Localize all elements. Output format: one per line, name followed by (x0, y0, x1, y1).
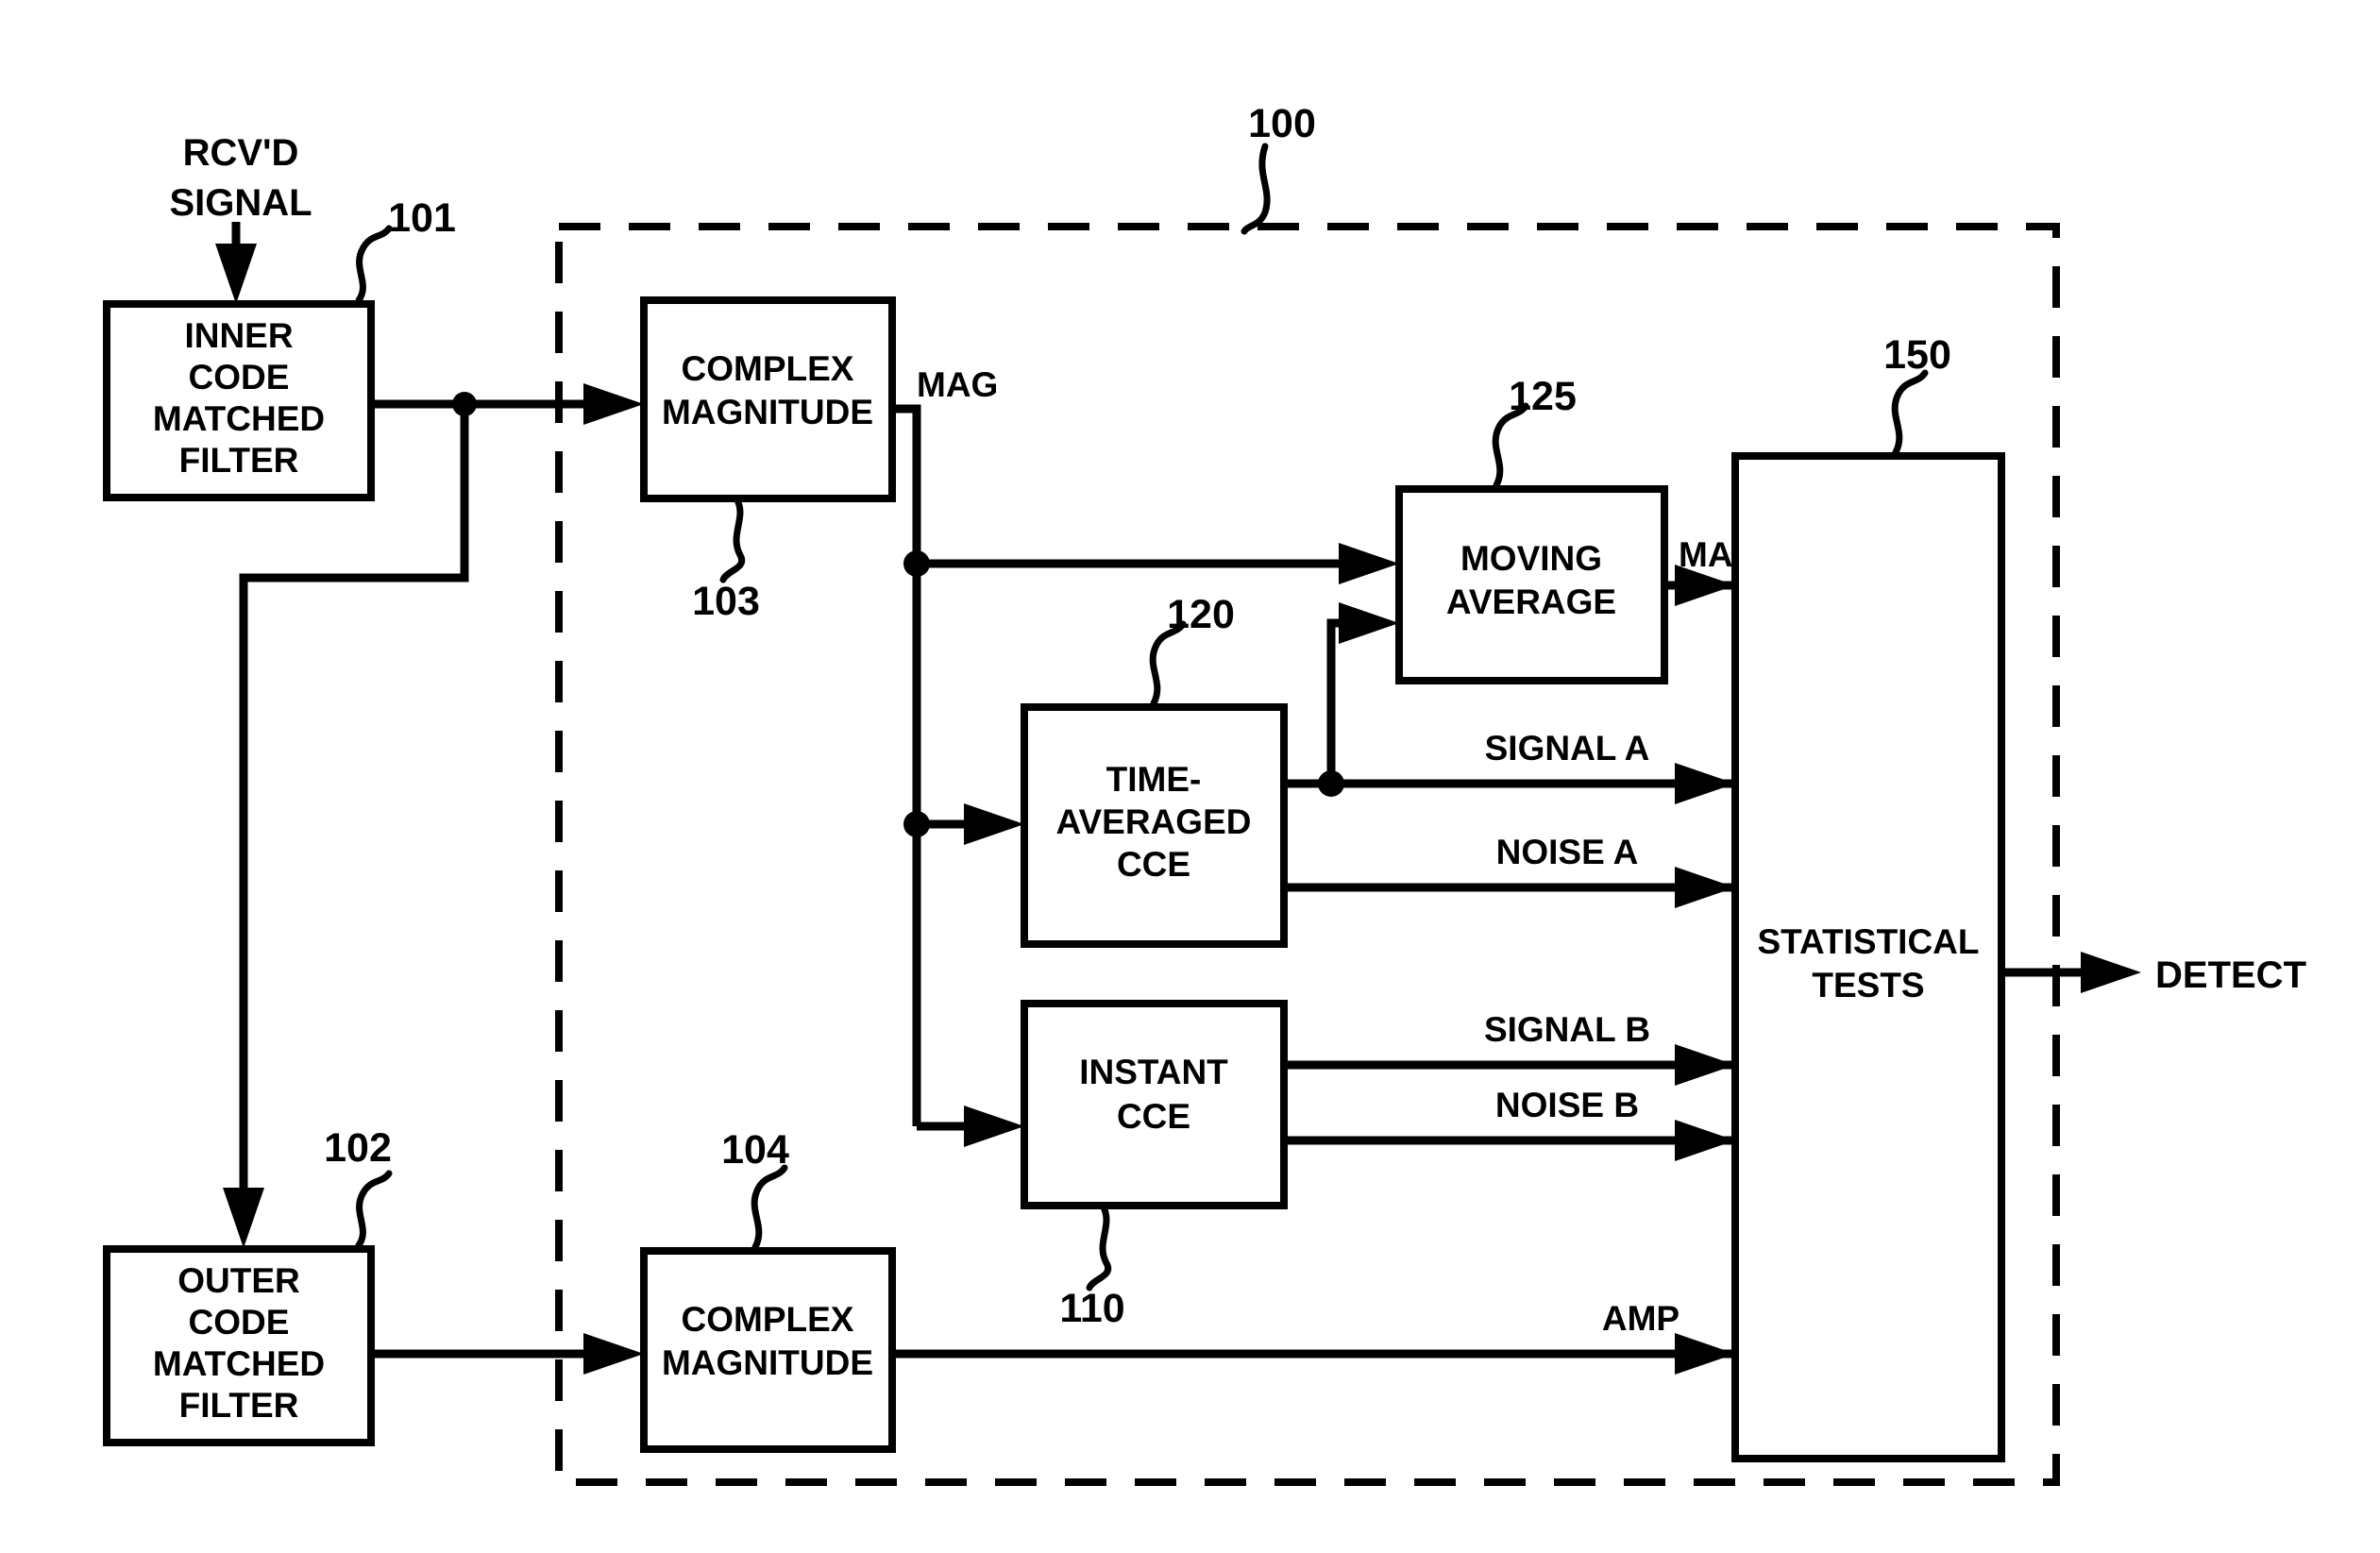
ref-number-104: 104 (721, 1127, 789, 1173)
inner-code-matched-filter-label-line3: MATCHED (153, 399, 325, 438)
wire-mag-bus (892, 404, 921, 1126)
ref-number-102: 102 (324, 1125, 392, 1171)
instant-cce-label-line2: CCE (1117, 1097, 1190, 1136)
statistical-tests-label-line1: STATISTICAL (1758, 922, 1980, 961)
time-averaged-cce-label-line3: CCE (1117, 845, 1190, 884)
complex-magnitude-lower-label-line1: COMPLEX (682, 1300, 854, 1339)
ref-number-101: 101 (388, 195, 456, 241)
moving-average-label-line1: MOVING (1460, 539, 1602, 578)
arrowhead-into-instant-cce (964, 1106, 1024, 1147)
ref-number-110: 110 (1059, 1286, 1124, 1331)
leader-line-110 (1086, 1202, 1112, 1291)
outer-code-matched-filter-label-line2: CODE (189, 1303, 290, 1342)
inner-code-matched-filter-label-line1: INNER (184, 316, 293, 355)
figure-canvas: 100 RCV'D SIGNAL INNER CODE MATCHED FILT… (0, 0, 2380, 1553)
wire-inner-filter-branch-to-outer-filter (239, 404, 469, 1218)
complex-magnitude-lower-label-line2: MAGNITUDE (662, 1343, 873, 1382)
arrowhead-noise-b-into-statistical-tests (1675, 1120, 1735, 1161)
leader-line-100 (1241, 143, 1271, 235)
signal-label-noise-b: NOISE B (1495, 1086, 1639, 1124)
moving-average-label-line2: AVERAGE (1446, 582, 1616, 621)
arrowhead-into-complex-magnitude-lower (583, 1333, 644, 1375)
arrowhead-into-moving-average-bottom (1339, 602, 1399, 644)
ref-number-125: 125 (1509, 374, 1577, 419)
junction-dot-mag-middle (903, 811, 930, 837)
statistical-tests-label-line2: TESTS (1812, 966, 1924, 1004)
time-averaged-cce-label-line2: AVERAGED (1056, 802, 1252, 841)
signal-label-noise-a: NOISE A (1496, 833, 1639, 871)
inner-code-matched-filter-label-line4: FILTER (179, 441, 299, 480)
arrowhead-signal-b-into-statistical-tests (1675, 1044, 1735, 1086)
arrowhead-into-moving-average-top (1339, 543, 1399, 584)
ref-number-150: 150 (1883, 332, 1951, 378)
leader-line-104 (751, 1164, 788, 1251)
leader-line-150 (1891, 369, 1929, 456)
arrowhead-detect (2081, 952, 2141, 993)
ref-number-103: 103 (692, 579, 760, 624)
instant-cce-label-line1: INSTANT (1079, 1053, 1228, 1091)
signal-label-amp: AMP (1602, 1299, 1680, 1338)
time-averaged-cce-label-line1: TIME- (1106, 760, 1202, 799)
outer-code-matched-filter-label-line4: FILTER (179, 1386, 299, 1425)
leader-line-103 (719, 495, 746, 583)
output-label-detect: DETECT (2155, 954, 2306, 996)
signal-label-ma: MA (1679, 535, 1733, 574)
input-label-line1: RCV'D (183, 132, 299, 174)
input-label-line2: SIGNAL (169, 182, 312, 224)
input-arrowhead (215, 244, 257, 304)
arrowhead-into-time-averaged-cce (964, 803, 1024, 845)
block-diagram: 100 RCV'D SIGNAL INNER CODE MATCHED FILT… (103, 101, 2306, 1486)
arrowhead-amp-into-statistical-tests (1675, 1333, 1735, 1375)
wire-signal-a-branch-to-moving-average (1326, 618, 1369, 784)
leader-line-101 (355, 225, 393, 304)
arrowhead-into-outer-filter (223, 1188, 264, 1248)
complex-magnitude-upper-label-line1: COMPLEX (682, 349, 854, 388)
signal-label-signal-b: SIGNAL B (1484, 1010, 1650, 1049)
arrowhead-signal-a-into-statistical-tests (1675, 763, 1735, 804)
outer-code-matched-filter-label-line3: MATCHED (153, 1344, 325, 1383)
signal-label-signal-a: SIGNAL A (1485, 729, 1650, 768)
ref-number-100: 100 (1248, 101, 1316, 146)
inner-code-matched-filter-label-line2: CODE (189, 358, 290, 397)
arrowhead-noise-a-into-statistical-tests (1675, 867, 1735, 908)
leader-line-102 (355, 1170, 393, 1249)
signal-label-mag: MAG (917, 365, 998, 404)
outer-code-matched-filter-label-line1: OUTER (177, 1261, 300, 1300)
complex-magnitude-upper-label-line2: MAGNITUDE (662, 393, 873, 431)
arrowhead-into-complex-magnitude-upper (583, 383, 644, 425)
ref-number-120: 120 (1167, 592, 1235, 637)
junction-dot-mag-upper (903, 550, 930, 577)
